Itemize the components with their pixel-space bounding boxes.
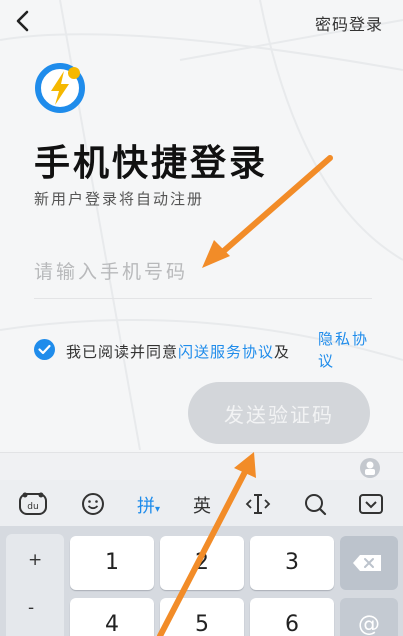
service-agreement-link[interactable]: 闪送服务协议	[178, 343, 274, 361]
cursor-icon[interactable]	[244, 490, 272, 518]
agreement-checkbox[interactable]	[34, 339, 55, 360]
agreement-text: 我已阅读并同意闪送服务协议及	[66, 341, 290, 362]
key-1[interactable]: 1	[70, 536, 154, 590]
agreement-prefix: 我已阅读并同意	[66, 343, 179, 361]
numeric-keypad: + - 1 2 3 4 5 6 @	[0, 526, 403, 636]
lightning-bolt-logo	[35, 63, 85, 113]
backspace-key[interactable]	[340, 536, 398, 590]
keyboard-toolbar: du 拼▾ 英	[0, 480, 403, 526]
send-code-button[interactable]: 发送验证码	[188, 382, 370, 444]
chevron-left-icon[interactable]	[10, 8, 36, 34]
key-6[interactable]: 6	[250, 598, 334, 636]
pinyin-dropdown-arrow: ▾	[155, 504, 161, 515]
key-5[interactable]: 5	[160, 598, 244, 636]
agreement-and: 及	[274, 343, 291, 361]
page-subtitle: 新用户登录将自动注册	[34, 190, 205, 208]
english-mode-tab[interactable]: 英	[193, 492, 211, 518]
phone-number-input[interactable]	[34, 252, 372, 292]
pinyin-mode-tab[interactable]: 拼▾	[137, 492, 160, 518]
top-bar: 密码登录	[0, 0, 403, 44]
backspace-icon	[353, 555, 381, 571]
at-key[interactable]: @	[340, 598, 398, 636]
password-login-link[interactable]: 密码登录	[315, 11, 383, 35]
du-logo-icon[interactable]: du	[18, 490, 48, 518]
minus-key[interactable]: -	[28, 598, 34, 618]
emoji-icon[interactable]	[80, 490, 106, 518]
key-2[interactable]: 2	[160, 536, 244, 590]
keypad-side-column: + -	[6, 534, 64, 636]
check-icon	[38, 344, 51, 355]
input-underline	[34, 298, 372, 299]
page-title: 手机快捷登录	[34, 143, 269, 184]
key-3[interactable]: 3	[250, 536, 334, 590]
keyboard-top-strip	[0, 452, 403, 480]
privacy-agreement-link[interactable]: 隐私协议	[318, 328, 376, 372]
secure-keyboard-icon	[360, 458, 380, 478]
search-icon[interactable]	[302, 490, 328, 518]
plus-key[interactable]: +	[28, 550, 42, 570]
key-4[interactable]: 4	[70, 598, 154, 636]
keyboard-collapse-icon[interactable]	[358, 490, 384, 518]
pinyin-label: 拼	[137, 496, 155, 517]
svg-text:du: du	[27, 502, 38, 512]
